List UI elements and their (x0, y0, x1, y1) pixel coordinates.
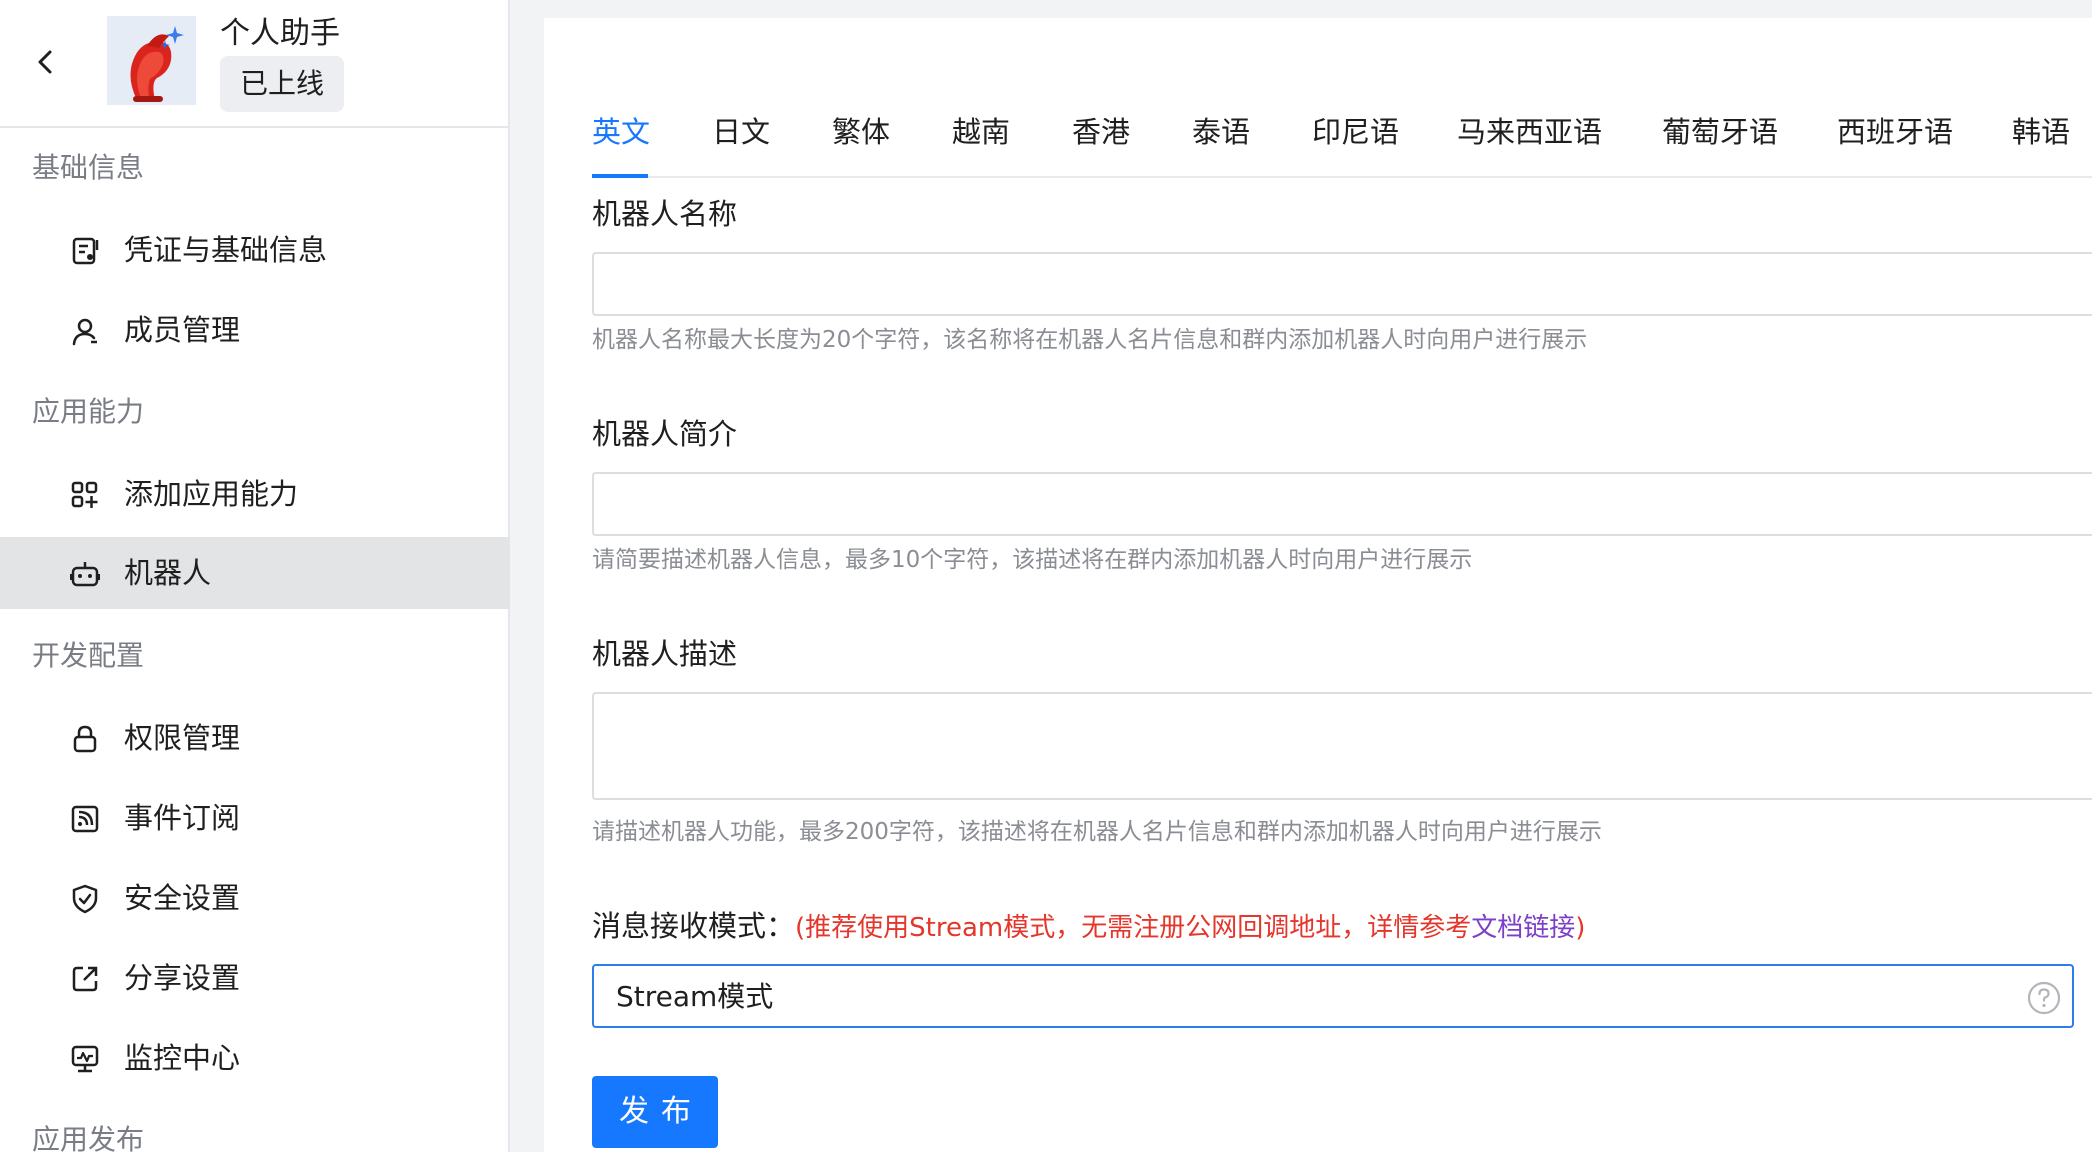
tab-thai[interactable]: 泰语 (1192, 112, 1250, 152)
sidebar-item-security[interactable]: 安全设置 (0, 862, 508, 934)
tab-english[interactable]: 英文 (592, 112, 650, 152)
sidebar-item-events[interactable]: 事件订阅 (0, 782, 508, 854)
sidebar-item-label: 监控中心 (124, 1041, 241, 1075)
tab-malay[interactable]: 马来西亚语 (1457, 112, 1602, 152)
app-header: 个人助手 已上线 (0, 0, 508, 128)
doc-link[interactable]: 文档链接 (1471, 913, 1575, 943)
shield-icon (72, 884, 98, 914)
monitor-icon (71, 1045, 99, 1073)
robot-name-hint: 机器人名称最大长度为20个字符，该名称将在机器人名片信息和群内添加机器人时向用户… (592, 327, 1588, 353)
sidebar-item-monitor[interactable]: 监控中心 (0, 1022, 508, 1094)
active-tab-indicator (592, 174, 648, 178)
robot-description-textarea[interactable] (592, 692, 2092, 800)
help-circle-icon[interactable] (2026, 980, 2062, 1016)
message-mode-value: Stream模式 (616, 980, 774, 1013)
message-mode-title: 消息接收模式： (592, 909, 796, 943)
tab-traditional-chinese[interactable]: 繁体 (832, 112, 890, 152)
add-apps-icon (71, 481, 98, 508)
tab-hongkong[interactable]: 香港 (1072, 112, 1130, 152)
robot-intro-input[interactable] (592, 472, 2092, 536)
robot-icon (70, 562, 100, 587)
sidebar-item-robot[interactable]: 机器人 (0, 537, 510, 609)
credential-icon (72, 237, 99, 265)
robot-name-input[interactable] (592, 252, 2092, 316)
robot-description-hint: 请描述机器人功能，最多200字符，该描述将在机器人名片信息和群内添加机器人时向用… (592, 819, 1602, 845)
robot-name-label: 机器人名称 (592, 197, 738, 231)
robot-description-label: 机器人描述 (592, 637, 738, 671)
section-title-basic-info: 基础信息 (32, 151, 145, 184)
app-name: 个人助手 (220, 16, 340, 51)
back-arrow-icon[interactable] (32, 44, 60, 80)
sidebar-item-permissions[interactable]: 权限管理 (0, 702, 508, 774)
section-title-app-release: 应用发布 (32, 1123, 145, 1152)
user-icon (72, 318, 97, 346)
sidebar-item-label: 机器人 (124, 556, 212, 590)
rss-icon (71, 805, 99, 833)
share-icon (72, 966, 98, 992)
sidebar: 个人助手 已上线 基础信息 凭证与基础信息 成员管理 应用能力 添加应用能力 机… (0, 0, 510, 1152)
sidebar-item-label: 安全设置 (124, 881, 241, 915)
robot-intro-label: 机器人简介 (592, 417, 738, 451)
robot-intro-hint: 请简要描述机器人信息，最多10个字符，该描述将在群内添加机器人时向用户进行展示 (592, 547, 1473, 573)
sidebar-item-label: 分享设置 (124, 961, 241, 995)
sidebar-item-credentials[interactable]: 凭证与基础信息 (0, 214, 508, 286)
sidebar-item-label: 成员管理 (124, 313, 241, 347)
language-tabs: 英文 日文 繁体 越南 香港 泰语 印尼语 马来西亚语 葡萄牙语 西班牙语 韩语 (592, 90, 2092, 178)
tab-spanish[interactable]: 西班牙语 (1837, 112, 1953, 152)
sidebar-item-add-capability[interactable]: 添加应用能力 (0, 458, 508, 530)
tab-korean[interactable]: 韩语 (2012, 112, 2070, 152)
sidebar-item-members[interactable]: 成员管理 (0, 294, 508, 366)
main-panel: 英文 日文 繁体 越南 香港 泰语 印尼语 马来西亚语 葡萄牙语 西班牙语 韩语… (544, 18, 2092, 1152)
tab-japanese[interactable]: 日文 (712, 112, 770, 152)
section-title-app-capabilities: 应用能力 (32, 395, 145, 428)
sidebar-item-label: 凭证与基础信息 (124, 233, 328, 267)
sidebar-item-label: 添加应用能力 (124, 477, 299, 511)
sidebar-item-label: 权限管理 (124, 721, 241, 755)
tab-indonesian[interactable]: 印尼语 (1312, 112, 1399, 152)
message-mode-select[interactable]: Stream模式 (592, 964, 2074, 1028)
message-mode-note-end: ) (1575, 913, 1586, 943)
tab-vietnamese[interactable]: 越南 (952, 112, 1010, 152)
message-mode-label: 消息接收模式：(推荐使用Stream模式，无需注册公网回调地址，详情参考文档链接… (592, 906, 1585, 948)
publish-button[interactable]: 发布 (592, 1076, 718, 1148)
lock-icon (73, 725, 97, 753)
status-badge: 已上线 (220, 56, 344, 112)
sidebar-item-share[interactable]: 分享设置 (0, 942, 508, 1014)
app-logo (107, 16, 196, 105)
sidebar-item-label: 事件订阅 (124, 801, 241, 835)
section-title-dev-config: 开发配置 (32, 639, 145, 672)
tab-portuguese[interactable]: 葡萄牙语 (1662, 112, 1778, 152)
message-mode-note: (推荐使用Stream模式，无需注册公网回调地址，详情参考 (795, 913, 1472, 943)
